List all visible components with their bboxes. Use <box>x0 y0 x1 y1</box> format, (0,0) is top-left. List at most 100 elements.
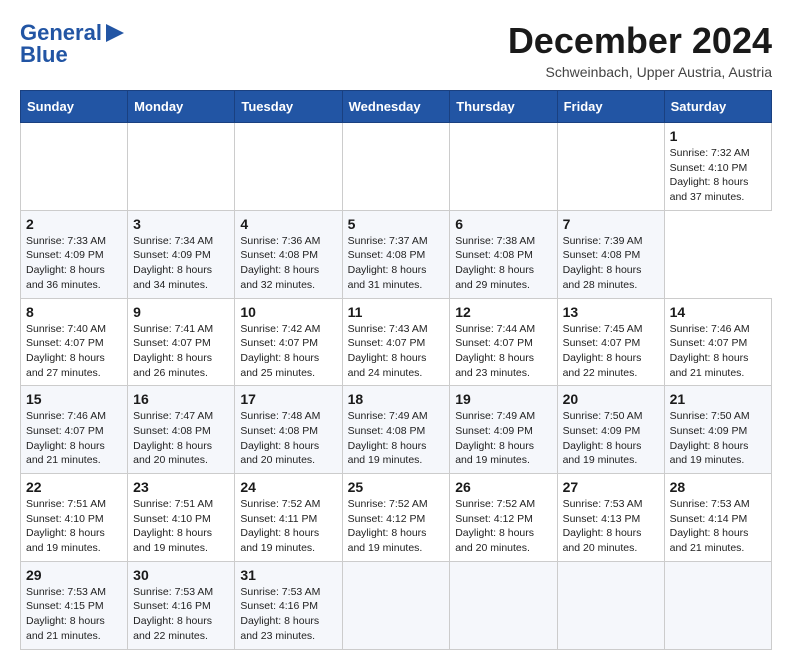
calendar-cell: 21 Sunrise: 7:50 AM Sunset: 4:09 PM Dayl… <box>664 386 771 474</box>
calendar-cell: 23 Sunrise: 7:51 AM Sunset: 4:10 PM Dayl… <box>128 474 235 562</box>
calendar-cell: 22 Sunrise: 7:51 AM Sunset: 4:10 PM Dayl… <box>21 474 128 562</box>
calendar-cell <box>557 561 664 649</box>
calendar-cell: 27 Sunrise: 7:53 AM Sunset: 4:13 PM Dayl… <box>557 474 664 562</box>
day-number: 18 <box>348 391 445 407</box>
day-info: Sunrise: 7:47 AM Sunset: 4:08 PM Dayligh… <box>133 409 229 468</box>
calendar-cell <box>450 123 557 211</box>
logo-arrow-icon <box>104 22 126 44</box>
day-info: Sunrise: 7:43 AM Sunset: 4:07 PM Dayligh… <box>348 322 445 381</box>
calendar-cell: 1 Sunrise: 7:32 AM Sunset: 4:10 PM Dayli… <box>664 123 771 211</box>
calendar-week-row: 2 Sunrise: 7:33 AM Sunset: 4:09 PM Dayli… <box>21 210 772 298</box>
calendar-cell: 26 Sunrise: 7:52 AM Sunset: 4:12 PM Dayl… <box>450 474 557 562</box>
calendar-week-row: 15 Sunrise: 7:46 AM Sunset: 4:07 PM Dayl… <box>21 386 772 474</box>
calendar-cell: 18 Sunrise: 7:49 AM Sunset: 4:08 PM Dayl… <box>342 386 450 474</box>
day-number: 14 <box>670 304 766 320</box>
page-header: General Blue December 2024 Schweinbach, … <box>20 20 772 80</box>
day-number: 31 <box>240 567 336 583</box>
calendar-cell <box>235 123 342 211</box>
calendar-week-row: 1 Sunrise: 7:32 AM Sunset: 4:10 PM Dayli… <box>21 123 772 211</box>
col-thursday: Thursday <box>450 91 557 123</box>
calendar-week-row: 22 Sunrise: 7:51 AM Sunset: 4:10 PM Dayl… <box>21 474 772 562</box>
col-monday: Monday <box>128 91 235 123</box>
day-info: Sunrise: 7:51 AM Sunset: 4:10 PM Dayligh… <box>133 497 229 556</box>
day-info: Sunrise: 7:33 AM Sunset: 4:09 PM Dayligh… <box>26 234 122 293</box>
day-info: Sunrise: 7:49 AM Sunset: 4:09 PM Dayligh… <box>455 409 551 468</box>
month-title: December 2024 <box>508 20 772 62</box>
calendar-cell: 19 Sunrise: 7:49 AM Sunset: 4:09 PM Dayl… <box>450 386 557 474</box>
day-number: 7 <box>563 216 659 232</box>
col-saturday: Saturday <box>664 91 771 123</box>
day-number: 25 <box>348 479 445 495</box>
day-number: 4 <box>240 216 336 232</box>
calendar-cell <box>342 123 450 211</box>
calendar-week-row: 29 Sunrise: 7:53 AM Sunset: 4:15 PM Dayl… <box>21 561 772 649</box>
day-info: Sunrise: 7:39 AM Sunset: 4:08 PM Dayligh… <box>563 234 659 293</box>
day-info: Sunrise: 7:34 AM Sunset: 4:09 PM Dayligh… <box>133 234 229 293</box>
day-number: 19 <box>455 391 551 407</box>
calendar-cell: 28 Sunrise: 7:53 AM Sunset: 4:14 PM Dayl… <box>664 474 771 562</box>
day-number: 29 <box>26 567 122 583</box>
calendar-cell: 11 Sunrise: 7:43 AM Sunset: 4:07 PM Dayl… <box>342 298 450 386</box>
day-number: 26 <box>455 479 551 495</box>
col-wednesday: Wednesday <box>342 91 450 123</box>
calendar-cell: 14 Sunrise: 7:46 AM Sunset: 4:07 PM Dayl… <box>664 298 771 386</box>
location-subtitle: Schweinbach, Upper Austria, Austria <box>508 64 772 80</box>
day-number: 6 <box>455 216 551 232</box>
day-info: Sunrise: 7:53 AM Sunset: 4:15 PM Dayligh… <box>26 585 122 644</box>
calendar-cell <box>342 561 450 649</box>
calendar-cell: 30 Sunrise: 7:53 AM Sunset: 4:16 PM Dayl… <box>128 561 235 649</box>
calendar-cell: 15 Sunrise: 7:46 AM Sunset: 4:07 PM Dayl… <box>21 386 128 474</box>
calendar-cell <box>450 561 557 649</box>
calendar-header-row: Sunday Monday Tuesday Wednesday Thursday… <box>21 91 772 123</box>
calendar-cell: 13 Sunrise: 7:45 AM Sunset: 4:07 PM Dayl… <box>557 298 664 386</box>
day-number: 20 <box>563 391 659 407</box>
calendar-week-row: 8 Sunrise: 7:40 AM Sunset: 4:07 PM Dayli… <box>21 298 772 386</box>
calendar-cell: 8 Sunrise: 7:40 AM Sunset: 4:07 PM Dayli… <box>21 298 128 386</box>
day-info: Sunrise: 7:52 AM Sunset: 4:11 PM Dayligh… <box>240 497 336 556</box>
day-number: 5 <box>348 216 445 232</box>
calendar-cell: 10 Sunrise: 7:42 AM Sunset: 4:07 PM Dayl… <box>235 298 342 386</box>
day-number: 13 <box>563 304 659 320</box>
calendar-cell: 20 Sunrise: 7:50 AM Sunset: 4:09 PM Dayl… <box>557 386 664 474</box>
day-number: 21 <box>670 391 766 407</box>
calendar-table: Sunday Monday Tuesday Wednesday Thursday… <box>20 90 772 650</box>
day-info: Sunrise: 7:53 AM Sunset: 4:14 PM Dayligh… <box>670 497 766 556</box>
day-info: Sunrise: 7:32 AM Sunset: 4:10 PM Dayligh… <box>670 146 766 205</box>
day-number: 27 <box>563 479 659 495</box>
day-info: Sunrise: 7:41 AM Sunset: 4:07 PM Dayligh… <box>133 322 229 381</box>
day-info: Sunrise: 7:53 AM Sunset: 4:16 PM Dayligh… <box>133 585 229 644</box>
calendar-cell: 17 Sunrise: 7:48 AM Sunset: 4:08 PM Dayl… <box>235 386 342 474</box>
calendar-cell: 6 Sunrise: 7:38 AM Sunset: 4:08 PM Dayli… <box>450 210 557 298</box>
day-info: Sunrise: 7:48 AM Sunset: 4:08 PM Dayligh… <box>240 409 336 468</box>
day-number: 11 <box>348 304 445 320</box>
day-number: 1 <box>670 128 766 144</box>
day-info: Sunrise: 7:50 AM Sunset: 4:09 PM Dayligh… <box>563 409 659 468</box>
day-info: Sunrise: 7:36 AM Sunset: 4:08 PM Dayligh… <box>240 234 336 293</box>
day-info: Sunrise: 7:49 AM Sunset: 4:08 PM Dayligh… <box>348 409 445 468</box>
col-tuesday: Tuesday <box>235 91 342 123</box>
calendar-cell <box>557 123 664 211</box>
calendar-cell <box>128 123 235 211</box>
logo: General Blue <box>20 20 126 68</box>
calendar-cell: 31 Sunrise: 7:53 AM Sunset: 4:16 PM Dayl… <box>235 561 342 649</box>
col-sunday: Sunday <box>21 91 128 123</box>
day-number: 16 <box>133 391 229 407</box>
title-block: December 2024 Schweinbach, Upper Austria… <box>508 20 772 80</box>
day-info: Sunrise: 7:46 AM Sunset: 4:07 PM Dayligh… <box>26 409 122 468</box>
day-number: 8 <box>26 304 122 320</box>
day-number: 17 <box>240 391 336 407</box>
day-info: Sunrise: 7:37 AM Sunset: 4:08 PM Dayligh… <box>348 234 445 293</box>
day-number: 12 <box>455 304 551 320</box>
col-friday: Friday <box>557 91 664 123</box>
calendar-cell <box>664 561 771 649</box>
calendar-cell: 2 Sunrise: 7:33 AM Sunset: 4:09 PM Dayli… <box>21 210 128 298</box>
day-info: Sunrise: 7:45 AM Sunset: 4:07 PM Dayligh… <box>563 322 659 381</box>
day-number: 15 <box>26 391 122 407</box>
day-number: 2 <box>26 216 122 232</box>
day-number: 24 <box>240 479 336 495</box>
day-info: Sunrise: 7:50 AM Sunset: 4:09 PM Dayligh… <box>670 409 766 468</box>
calendar-cell: 4 Sunrise: 7:36 AM Sunset: 4:08 PM Dayli… <box>235 210 342 298</box>
day-info: Sunrise: 7:53 AM Sunset: 4:13 PM Dayligh… <box>563 497 659 556</box>
day-info: Sunrise: 7:52 AM Sunset: 4:12 PM Dayligh… <box>455 497 551 556</box>
calendar-cell <box>21 123 128 211</box>
